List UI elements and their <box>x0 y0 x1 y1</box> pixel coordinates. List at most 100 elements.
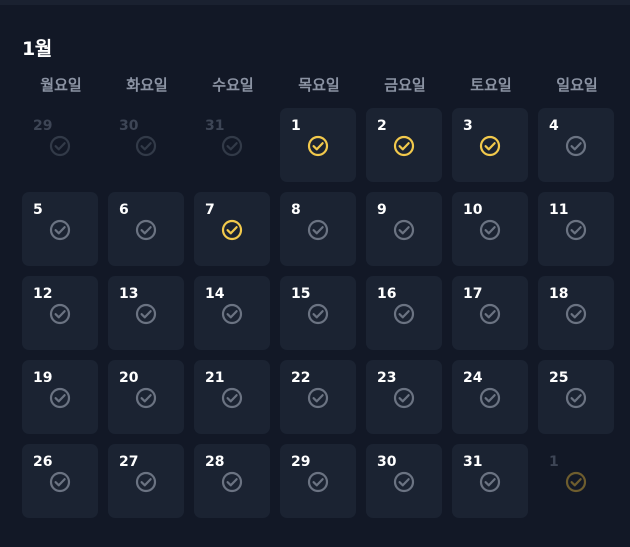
day-cell[interactable]: 28 <box>194 444 270 518</box>
check-circle-icon <box>221 387 243 409</box>
check-circle-icon <box>393 303 415 325</box>
day-cell[interactable]: 31 <box>452 444 528 518</box>
day-grid: 29 30 31 1 2 3 4 5 6 7 8 9 10 11 12 13 14 15 16 17 18 19 20 21 2… <box>22 108 614 520</box>
day-cell[interactable]: 21 <box>194 360 270 434</box>
day-number: 8 <box>291 202 301 218</box>
day-cell[interactable]: 6 <box>108 192 184 266</box>
day-number: 2 <box>377 118 387 134</box>
day-cell[interactable]: 25 <box>538 360 614 434</box>
day-cell-outside-month: 1 <box>538 444 614 518</box>
day-cell[interactable]: 27 <box>108 444 184 518</box>
check-circle-icon <box>135 303 157 325</box>
day-number: 1 <box>549 454 559 470</box>
weekday-wednesday: 수요일 <box>212 76 254 94</box>
check-circle-icon <box>307 303 329 325</box>
day-cell[interactable]: 22 <box>280 360 356 434</box>
check-circle-icon <box>307 219 329 241</box>
day-cell[interactable]: 12 <box>22 276 98 350</box>
check-circle-icon <box>221 135 243 157</box>
check-circle-icon <box>221 303 243 325</box>
check-circle-icon <box>479 387 501 409</box>
weekday-sunday: 일요일 <box>556 76 598 94</box>
day-cell[interactable]: 18 <box>538 276 614 350</box>
weekday-header: 월요일 화요일 수요일 목요일 금요일 토요일 일요일 <box>18 74 622 98</box>
day-number: 19 <box>33 370 53 386</box>
check-circle-icon <box>135 387 157 409</box>
day-number: 25 <box>549 370 569 386</box>
attendance-calendar: 1월 월요일 화요일 수요일 목요일 금요일 토요일 일요일 29 30 31 1 2 3… <box>0 0 630 547</box>
day-number: 27 <box>119 454 139 470</box>
check-circle-checked-icon <box>307 135 329 157</box>
day-cell[interactable]: 3 <box>452 108 528 182</box>
check-circle-icon <box>307 471 329 493</box>
day-number: 1 <box>291 118 301 134</box>
day-cell[interactable]: 20 <box>108 360 184 434</box>
check-circle-icon <box>49 219 71 241</box>
day-cell[interactable]: 7 <box>194 192 270 266</box>
day-number: 14 <box>205 286 225 302</box>
day-cell[interactable]: 8 <box>280 192 356 266</box>
day-cell[interactable]: 24 <box>452 360 528 434</box>
day-number: 9 <box>377 202 387 218</box>
day-cell[interactable]: 14 <box>194 276 270 350</box>
day-cell[interactable]: 29 <box>280 444 356 518</box>
day-cell[interactable]: 17 <box>452 276 528 350</box>
day-number: 22 <box>291 370 311 386</box>
day-number: 26 <box>33 454 53 470</box>
day-number: 4 <box>549 118 559 134</box>
check-circle-icon <box>393 387 415 409</box>
day-number: 7 <box>205 202 215 218</box>
top-divider <box>0 0 630 5</box>
check-circle-icon <box>393 471 415 493</box>
check-circle-icon <box>479 219 501 241</box>
day-number: 28 <box>205 454 225 470</box>
day-cell[interactable]: 2 <box>366 108 442 182</box>
day-number: 30 <box>377 454 397 470</box>
day-cell[interactable]: 9 <box>366 192 442 266</box>
day-number: 24 <box>463 370 483 386</box>
weekday-friday: 금요일 <box>384 76 426 94</box>
check-circle-checked-icon <box>221 219 243 241</box>
check-circle-icon <box>479 471 501 493</box>
day-number: 29 <box>33 118 53 134</box>
day-cell-outside-month: 31 <box>194 108 270 182</box>
day-number: 11 <box>549 202 569 218</box>
day-number: 29 <box>291 454 311 470</box>
check-circle-icon <box>393 219 415 241</box>
check-circle-icon <box>479 303 501 325</box>
day-number: 16 <box>377 286 397 302</box>
day-cell[interactable]: 13 <box>108 276 184 350</box>
day-cell[interactable]: 4 <box>538 108 614 182</box>
day-number: 31 <box>463 454 483 470</box>
check-circle-icon <box>221 471 243 493</box>
day-number: 3 <box>463 118 473 134</box>
check-circle-icon <box>49 471 71 493</box>
day-cell[interactable]: 16 <box>366 276 442 350</box>
day-cell[interactable]: 23 <box>366 360 442 434</box>
day-cell[interactable]: 11 <box>538 192 614 266</box>
day-cell[interactable]: 15 <box>280 276 356 350</box>
day-cell-outside-month: 30 <box>108 108 184 182</box>
day-number: 17 <box>463 286 483 302</box>
day-cell[interactable]: 10 <box>452 192 528 266</box>
day-number: 31 <box>205 118 225 134</box>
weekday-tuesday: 화요일 <box>126 76 168 94</box>
check-circle-icon <box>135 135 157 157</box>
day-number: 15 <box>291 286 311 302</box>
check-circle-icon <box>135 471 157 493</box>
day-cell[interactable]: 19 <box>22 360 98 434</box>
day-cell[interactable]: 5 <box>22 192 98 266</box>
check-circle-icon <box>565 219 587 241</box>
check-circle-icon <box>49 135 71 157</box>
day-cell[interactable]: 1 <box>280 108 356 182</box>
check-circle-icon <box>565 303 587 325</box>
day-cell[interactable]: 30 <box>366 444 442 518</box>
day-number: 13 <box>119 286 139 302</box>
day-cell[interactable]: 26 <box>22 444 98 518</box>
day-cell-outside-month: 29 <box>22 108 98 182</box>
day-number: 6 <box>119 202 129 218</box>
day-number: 20 <box>119 370 139 386</box>
check-circle-icon <box>565 471 587 493</box>
day-number: 10 <box>463 202 483 218</box>
weekday-thursday: 목요일 <box>298 76 340 94</box>
